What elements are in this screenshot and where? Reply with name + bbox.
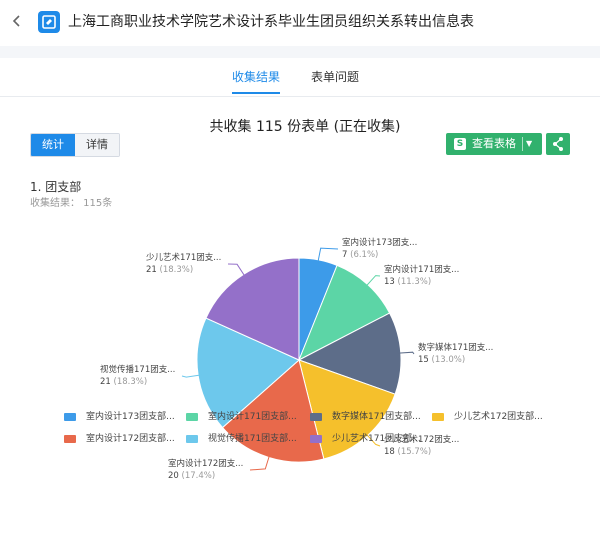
legend-swatch xyxy=(186,434,198,443)
slice-label: 室内设计173团支... xyxy=(342,237,417,248)
legend-swatch xyxy=(186,412,198,421)
legend-label: 室内设计172团支部... xyxy=(86,434,175,444)
slice-label: 数字媒体171团支... xyxy=(418,342,493,353)
legend-item[interactable]: 少儿艺术172团支部... xyxy=(432,410,543,424)
slice-value-label: 15 (13.0%) xyxy=(418,355,465,365)
slice-value-label: 21 (18.3%) xyxy=(146,265,193,275)
legend-label: 室内设计171团支部... xyxy=(208,412,297,422)
legend-item[interactable]: 室内设计171团支部... xyxy=(186,410,297,424)
slice-value-label: 21 (18.3%) xyxy=(100,377,147,387)
legend-item[interactable]: 视觉传播171团支部... xyxy=(186,432,297,446)
legend-item[interactable]: 室内设计173团支部... xyxy=(64,410,175,424)
legend-item[interactable]: 少儿艺术171团支部... xyxy=(310,432,421,446)
legend-item[interactable]: 室内设计172团支部... xyxy=(64,432,175,446)
legend-label: 室内设计173团支部... xyxy=(86,412,175,422)
legend-swatch xyxy=(310,412,322,421)
slice-label: 室内设计172团支... xyxy=(168,458,243,469)
legend-label: 数字媒体171团支部... xyxy=(332,412,421,422)
pie-chart: 室内设计173团支... 7 (6.1%) 室内设计171团支... 13 (11.3… xyxy=(100,237,493,481)
slice-label: 视觉传播171团支... xyxy=(100,364,175,375)
slice-label: 少儿艺术171团支... xyxy=(146,252,221,263)
slice-label: 室内设计171团支... xyxy=(384,264,459,275)
legend-swatch xyxy=(310,434,322,443)
legend-swatch xyxy=(64,412,76,421)
legend-item[interactable]: 数字媒体171团支部... xyxy=(310,410,421,424)
leader-line xyxy=(364,275,381,288)
legend-swatch xyxy=(64,434,76,443)
legend-label: 少儿艺术171团支部... xyxy=(332,434,421,444)
slice-value-label: 18 (15.7%) xyxy=(384,447,431,457)
slice-value-label: 13 (11.3%) xyxy=(384,277,431,287)
legend-swatch xyxy=(432,412,444,421)
slice-value-label: 20 (17.4%) xyxy=(168,471,215,481)
legend-label: 少儿艺术172团支部... xyxy=(454,412,543,422)
legend-label: 视觉传播171团支部... xyxy=(208,434,297,444)
slice-value-label: 7 (6.1%) xyxy=(342,250,378,260)
